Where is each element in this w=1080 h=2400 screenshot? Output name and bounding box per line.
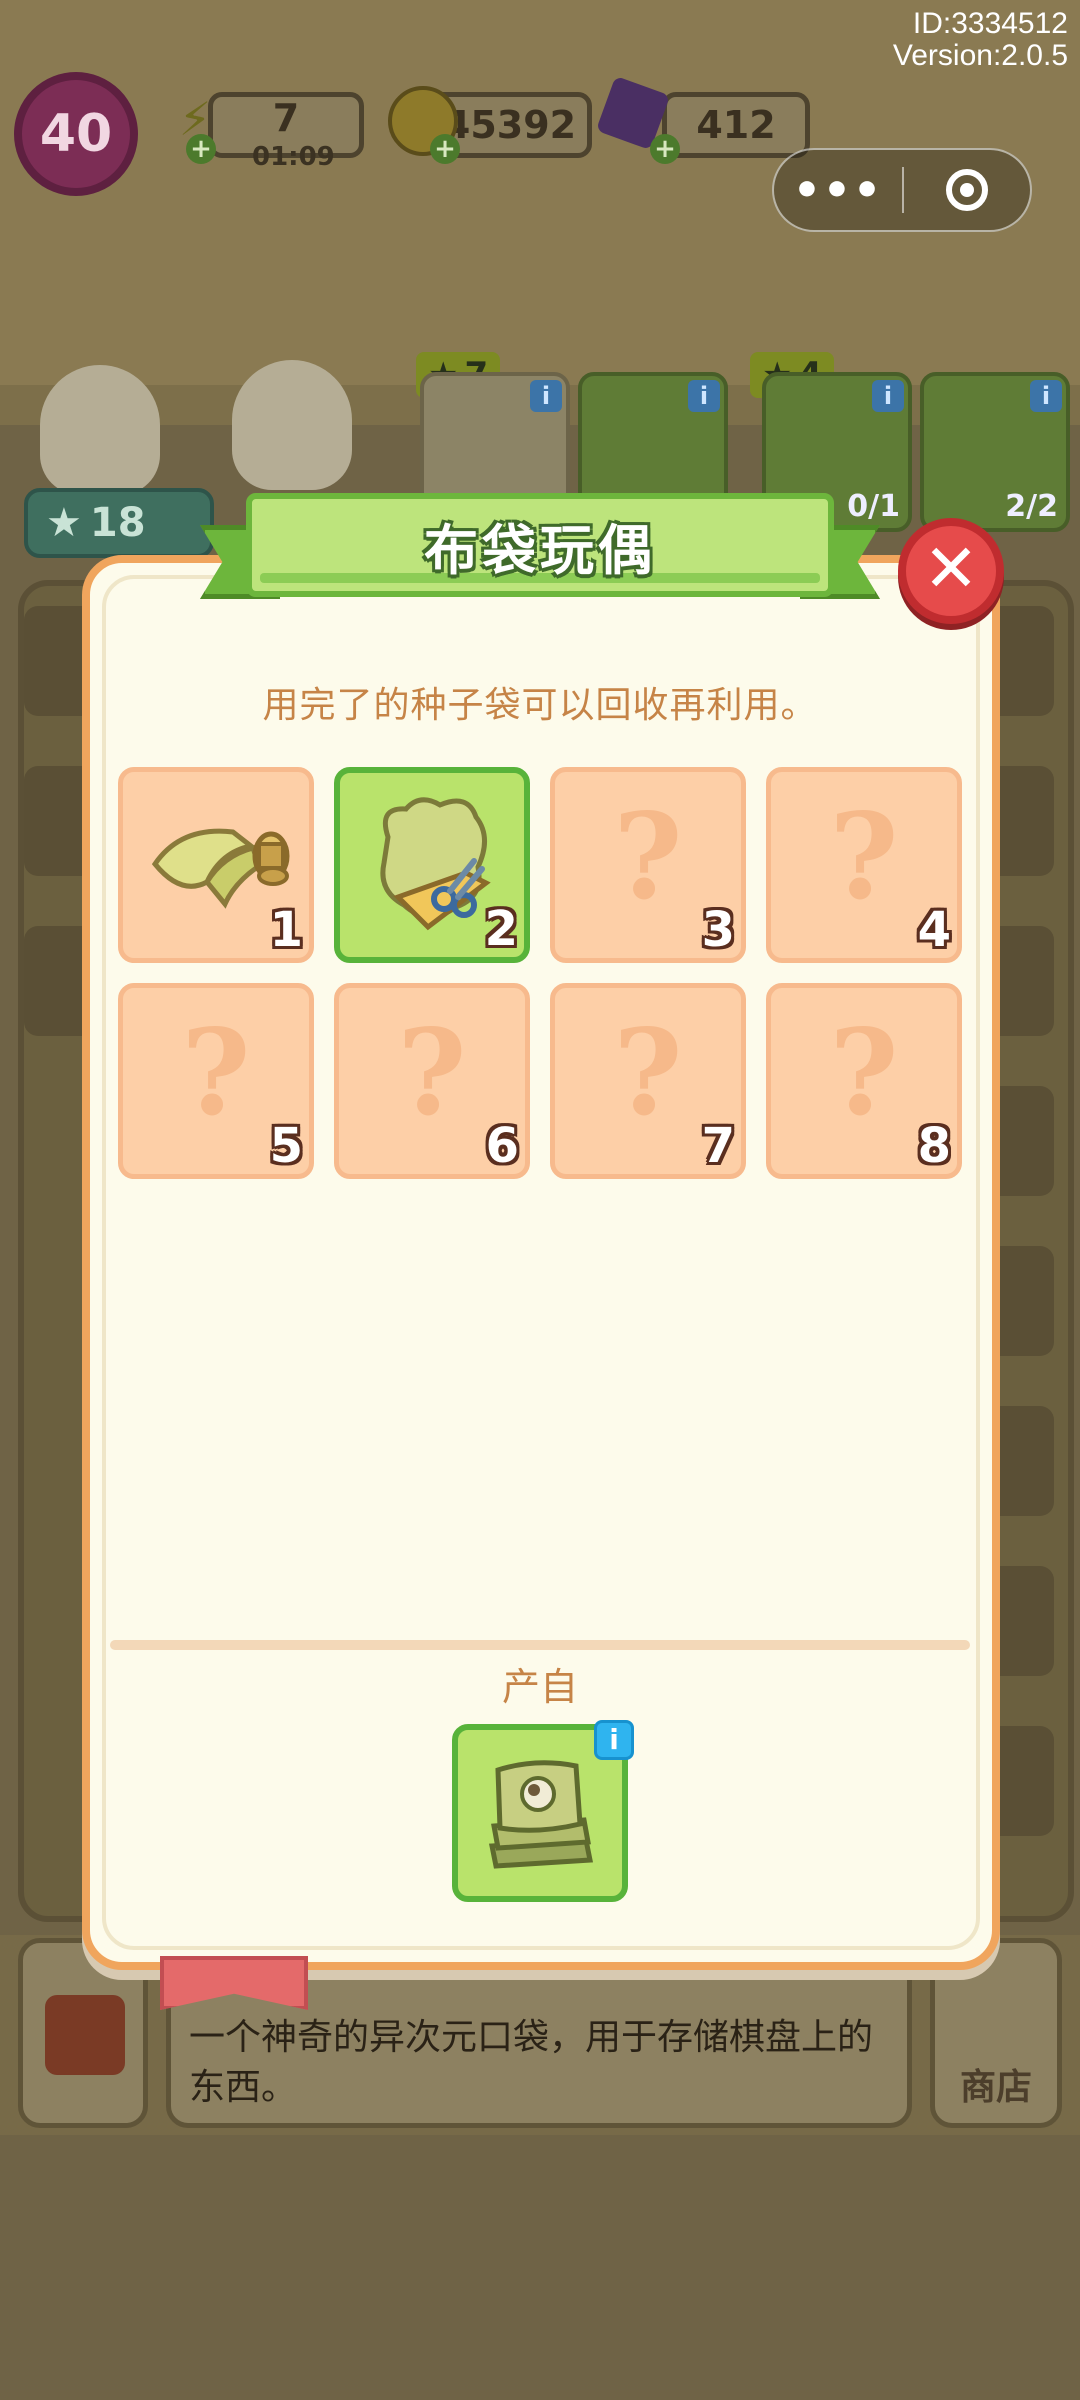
close-icon: ✕ — [923, 530, 979, 607]
more-menu-button[interactable]: ••• — [774, 165, 902, 216]
more-dots-icon: ••• — [792, 164, 884, 216]
locked-question-icon: ? — [181, 1003, 251, 1142]
chain-slot-4[interactable]: ? 4 — [766, 767, 962, 963]
exit-icon — [45, 1995, 125, 2075]
duck-worker-character[interactable] — [40, 365, 160, 495]
locked-question-icon: ? — [397, 1003, 467, 1142]
slot-number: 6 — [485, 1118, 519, 1174]
target-circle-icon — [945, 169, 988, 211]
info-icon[interactable]: i — [872, 380, 904, 412]
player-level-badge[interactable]: 40 — [14, 72, 138, 196]
chain-slot-3[interactable]: ? 3 — [550, 767, 746, 963]
star-icon: ★ — [46, 500, 82, 546]
build-info: ID:3334512 Version:2.0.5 — [893, 8, 1068, 72]
coin-value: 45392 — [443, 103, 577, 147]
dialog-title-ribbon: 布袋玩偶 — [200, 493, 880, 609]
add-energy-button[interactable]: + — [186, 134, 216, 164]
energy-value: 7 — [272, 96, 300, 140]
locked-question-icon: ? — [613, 787, 683, 926]
locked-question-icon: ? — [829, 787, 899, 926]
version-text: Version:2.0.5 — [892, 39, 1068, 72]
chain-slot-6[interactable]: ? 6 — [334, 983, 530, 1179]
chain-slot-8[interactable]: ? 8 — [766, 983, 962, 1179]
slot-number: 5 — [269, 1118, 303, 1174]
user-id-text: ID:3334512 — [912, 7, 1068, 40]
chain-slot-1[interactable]: 1 — [118, 767, 314, 963]
add-coins-button[interactable]: + — [430, 134, 460, 164]
slot-number: 4 — [917, 902, 951, 958]
chain-slot-2[interactable]: 2 — [334, 767, 530, 963]
slot-number: 3 — [701, 902, 735, 958]
chain-slot-5[interactable]: ? 5 — [118, 983, 314, 1179]
info-icon: i — [609, 1723, 619, 1756]
slot-number: 7 — [701, 1118, 735, 1174]
info-icon[interactable]: i — [688, 380, 720, 412]
exit-miniprogram-button[interactable] — [904, 169, 1030, 211]
seed-bag-stack-icon — [488, 1760, 594, 1869]
ribbon-banner: 布袋玩偶 — [246, 493, 834, 597]
energy-timer: 01:09 — [252, 142, 335, 172]
source-info-button[interactable]: i — [594, 1720, 634, 1760]
player-star-count: ★ 18 — [24, 488, 214, 558]
produced-from-label: 产自 — [501, 1665, 578, 1709]
locked-question-icon: ? — [613, 1003, 683, 1142]
section-divider — [110, 1640, 970, 1650]
close-dialog-button[interactable]: ✕ — [898, 518, 1004, 624]
gem-counter[interactable]: 412 — [662, 92, 810, 158]
add-gems-button[interactable]: + — [650, 134, 680, 164]
item-description-text: 一个神奇的异次元口袋，用于存储棋盘上的东西。 — [189, 2017, 874, 2108]
info-icon[interactable]: i — [530, 380, 562, 412]
order-item-gloves[interactable]: i 2/2 — [920, 372, 1070, 532]
chain-slot-7[interactable]: ? 7 — [550, 983, 746, 1179]
shop-label: 商店 — [959, 2067, 1032, 2108]
gem-value: 412 — [696, 103, 776, 147]
player-level-value: 40 — [39, 104, 113, 164]
locked-question-icon: ? — [829, 1003, 899, 1142]
duck-police-character[interactable] — [232, 360, 352, 490]
miniprogram-capsule: ••• — [772, 148, 1032, 232]
order-progress: 2/2 — [1005, 489, 1058, 524]
slot-number: 2 — [484, 901, 518, 957]
info-icon[interactable]: i — [1030, 380, 1062, 412]
slot-number: 8 — [917, 1118, 951, 1174]
dialog-title: 布袋玩偶 — [424, 518, 656, 582]
slot-number: 1 — [269, 902, 303, 958]
dialog-hint-text: 用完了的种子袋可以回收再利用。 — [262, 685, 818, 726]
